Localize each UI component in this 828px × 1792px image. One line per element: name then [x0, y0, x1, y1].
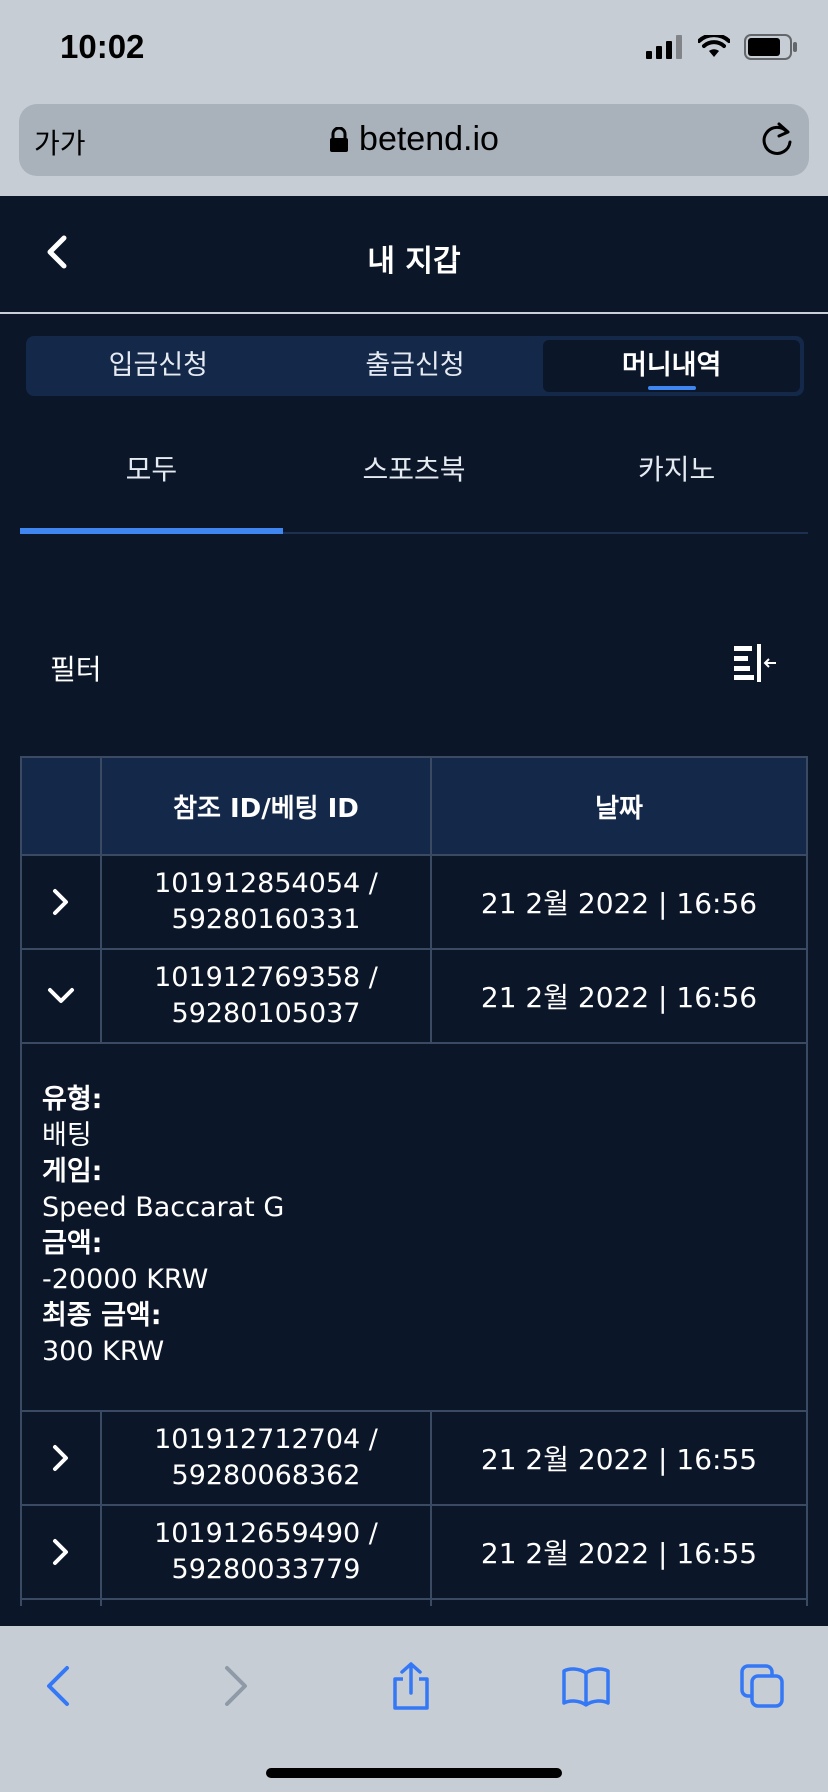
address-bar[interactable]: 가가 betend.io — [19, 104, 809, 176]
detail-game-value: Speed Baccarat G — [42, 1192, 285, 1223]
chevron-right-icon — [53, 889, 68, 915]
ref-bet-id: 101912712704 / 59280068362 — [102, 1412, 432, 1504]
home-indicator — [266, 1768, 562, 1778]
book-icon — [562, 1667, 610, 1707]
url-display[interactable]: betend.io — [19, 120, 809, 159]
browser-address-area: 가가 betend.io — [0, 100, 828, 196]
wifi-icon — [698, 35, 730, 57]
row-cell-empty — [22, 1600, 102, 1606]
tabs-icon — [740, 1664, 784, 1708]
detail-amount-value: -20000 KRW — [42, 1264, 209, 1295]
status-time: 10:02 — [60, 28, 145, 65]
row-date: 21 2월 2022 | 16:56 — [480, 981, 758, 1014]
status-icons — [646, 34, 798, 60]
wallet-tabs: 입금신청 출금신청 머니내역 — [26, 336, 804, 396]
expand-toggle[interactable] — [22, 950, 102, 1042]
chevron-right-icon — [225, 1666, 247, 1706]
table-row[interactable]: 101912712704 / 59280068362 21 2월 2022 | … — [22, 1412, 806, 1506]
ref-id: 101912854054 / — [154, 868, 378, 899]
lock-icon — [330, 126, 349, 152]
cellular-signal-icon — [646, 35, 682, 59]
table-row[interactable]: 101912769358 / 59280105037 21 2월 2022 | … — [22, 950, 806, 1044]
table-row-partial[interactable] — [22, 1600, 806, 1606]
share-icon — [393, 1662, 429, 1710]
tab-deposit[interactable]: 입금신청 — [30, 340, 287, 392]
row-date: 21 2월 2022 | 16:55 — [480, 1537, 758, 1570]
detail-type-value: 배팅 — [42, 1120, 92, 1151]
chevron-down-icon — [48, 988, 74, 1003]
row-date: 21 2월 2022 | 16:56 — [480, 887, 758, 920]
row-date: 21 2월 2022 | 16:55 — [480, 1443, 758, 1476]
bet-id: 59280105037 — [171, 998, 361, 1029]
ref-bet-id: 101912854054 / 59280160331 — [102, 856, 432, 948]
reload-button[interactable] — [759, 120, 795, 162]
table-header: 참조 ID/베팅 ID 날짜 — [22, 758, 806, 856]
subtab-all[interactable]: 모두 — [20, 440, 283, 534]
bet-id: 59280160331 — [171, 904, 361, 935]
tab-money-history[interactable]: 머니내역 — [543, 340, 801, 392]
filter-button[interactable] — [734, 644, 778, 686]
bet-id: 59280068362 — [171, 1460, 361, 1491]
browser-back-button[interactable] — [30, 1658, 86, 1714]
battery-icon — [744, 34, 797, 60]
transactions-table: 참조 ID/베팅 ID 날짜 101912854054 / 5928016033… — [20, 756, 808, 1606]
status-bar: 10:02 — [0, 0, 828, 100]
tabs-button[interactable] — [734, 1658, 790, 1714]
filter-list-icon — [734, 644, 776, 682]
expand-toggle[interactable] — [22, 856, 102, 948]
tab-withdraw[interactable]: 출금신청 — [287, 340, 544, 392]
subtab-sportsbook[interactable]: 스포츠북 — [283, 440, 546, 532]
detail-game-label: 게임: — [42, 1156, 103, 1187]
header-expand — [22, 758, 102, 854]
browser-toolbar — [0, 1626, 828, 1792]
detail-final-value: 300 KRW — [42, 1336, 165, 1367]
page-title: 내 지갑 — [367, 244, 461, 279]
expand-toggle[interactable] — [22, 1412, 102, 1504]
bookmarks-button[interactable] — [558, 1658, 614, 1714]
header-date: 날짜 — [595, 793, 643, 824]
row-cell-empty — [432, 1600, 806, 1606]
app-header: 내 지갑 — [0, 196, 828, 314]
filter-row: 필터 — [20, 640, 808, 690]
detail-final-label: 최종 금액: — [42, 1300, 162, 1331]
browser-forward-button[interactable] — [208, 1658, 264, 1714]
bet-id: 59280033779 — [171, 1554, 361, 1585]
chevron-left-icon — [47, 1666, 69, 1706]
ref-bet-id: 101912769358 / 59280105037 — [102, 950, 432, 1042]
reload-icon — [762, 122, 792, 155]
chevron-right-icon — [53, 1539, 68, 1565]
ref-bet-id: 101912659490 / 59280033779 — [102, 1506, 432, 1598]
table-row[interactable]: 101912659490 / 59280033779 21 2월 2022 | … — [22, 1506, 806, 1600]
share-button[interactable] — [383, 1658, 439, 1714]
detail-amount-label: 금액: — [42, 1228, 103, 1259]
subtab-casino[interactable]: 카지노 — [545, 440, 808, 532]
ref-id: 101912659490 / — [154, 1518, 378, 1549]
row-cell-empty — [102, 1600, 432, 1606]
detail-type-label: 유형: — [42, 1084, 103, 1115]
header-ref-id: 참조 ID/베팅 ID — [102, 758, 432, 854]
chevron-right-icon — [53, 1445, 68, 1471]
ref-id: 101912769358 / — [154, 962, 378, 993]
history-subtabs: 모두 스포츠북 카지노 — [20, 440, 808, 534]
filter-label[interactable]: 필터 — [50, 648, 102, 688]
ref-id: 101912712704 / — [154, 1424, 378, 1455]
table-row[interactable]: 101912854054 / 59280160331 21 2월 2022 | … — [22, 856, 806, 950]
row-detail: 유형: 배팅 게임: Speed Baccarat G 금액: -20000 K… — [22, 1044, 806, 1412]
expand-toggle[interactable] — [22, 1506, 102, 1598]
url-text: betend.io — [359, 120, 499, 158]
